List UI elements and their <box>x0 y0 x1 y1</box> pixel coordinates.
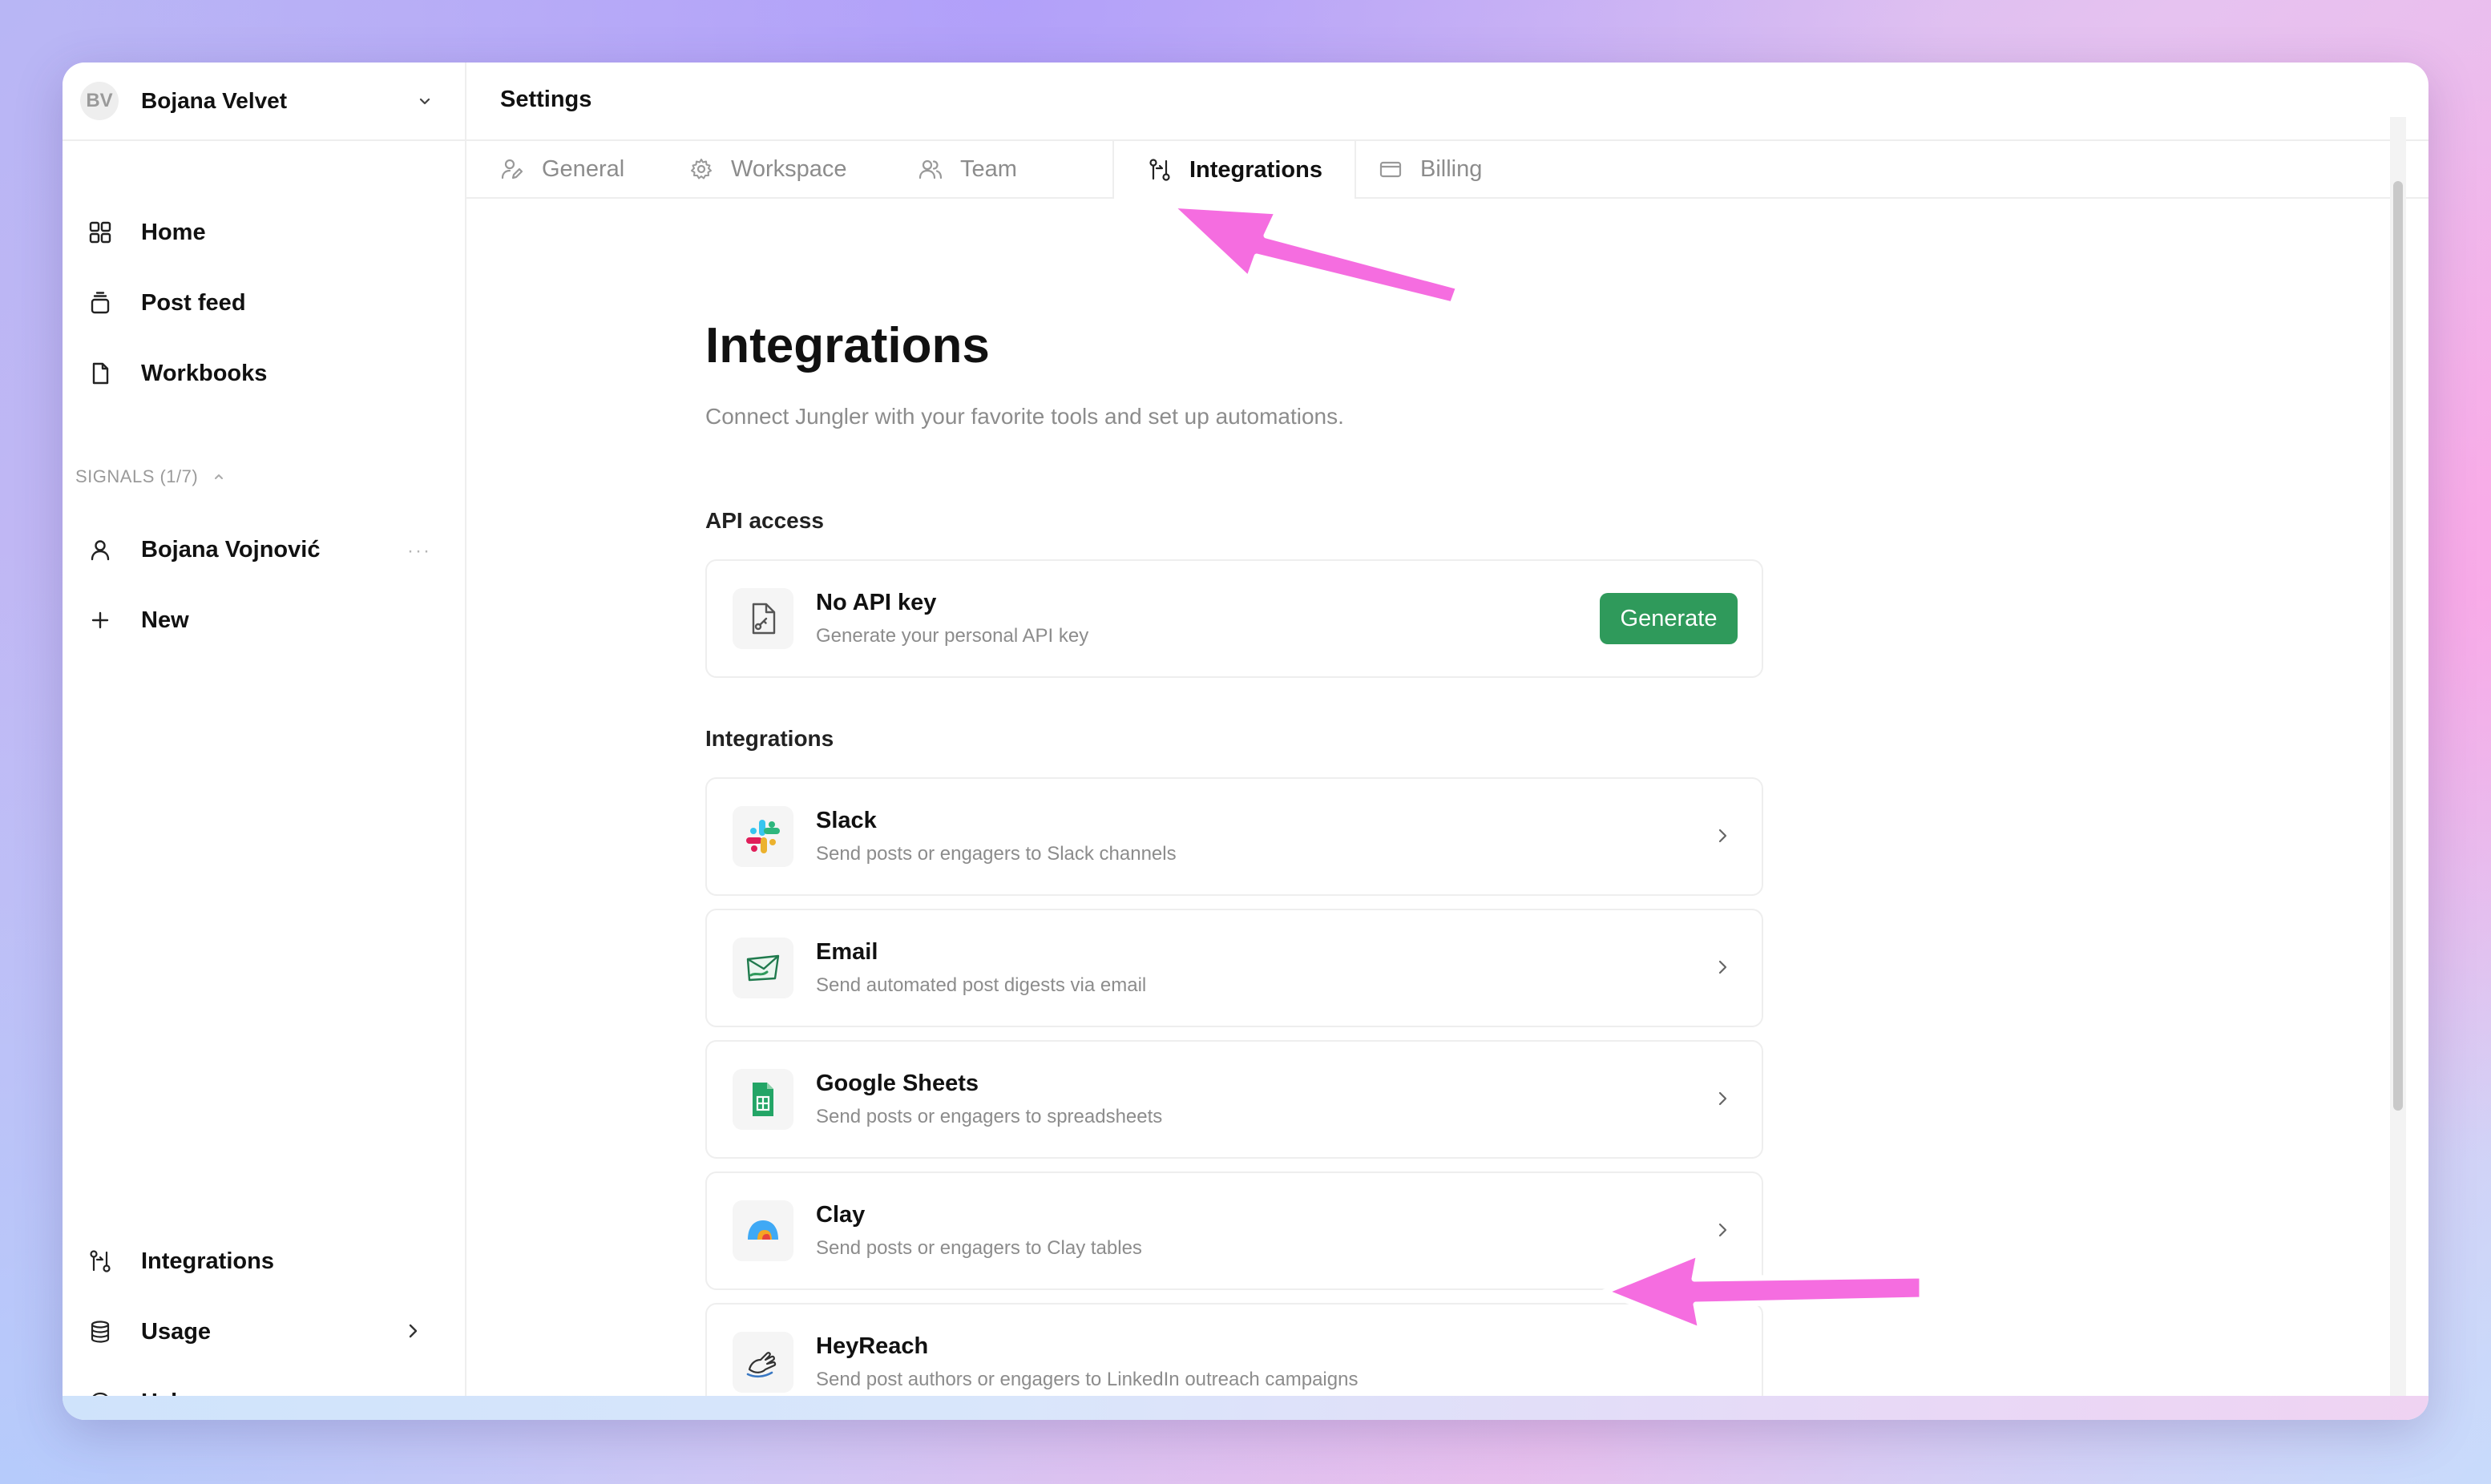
tab-general[interactable]: General <box>499 141 624 197</box>
chevron-right-icon <box>1718 960 1727 974</box>
api-key-icon <box>733 588 793 649</box>
sidebar-item-usage[interactable]: Usage <box>87 1308 463 1356</box>
scrollbar-thumb[interactable] <box>2393 181 2403 1111</box>
email-icon <box>733 938 793 998</box>
sidebar-item-signal[interactable]: Bojana Vojnović ··· <box>87 526 463 574</box>
plus-icon <box>87 607 114 634</box>
page-subtitle: Connect Jungler with your favorite tools… <box>705 404 1344 429</box>
tab-label: Workspace <box>731 155 847 182</box>
database-icon <box>87 1318 114 1345</box>
integration-card-google-sheets[interactable]: Google Sheets Send posts or engagers to … <box>705 1040 1763 1159</box>
google-sheets-icon <box>733 1069 793 1130</box>
page-title: Integrations <box>705 318 990 373</box>
file-icon <box>87 360 114 387</box>
integration-name: Slack <box>816 808 877 833</box>
sidebar-item-label: Post feed <box>141 289 246 316</box>
integration-description: Send automated post digests via email <box>816 974 1147 996</box>
sidebar-item-label: Usage <box>141 1318 212 1345</box>
sidebar-item-workbooks[interactable]: Workbooks <box>87 349 463 397</box>
sidebar-item-integrations[interactable]: Integrations <box>87 1237 463 1285</box>
avatar: BV <box>80 82 119 120</box>
clay-icon <box>733 1200 793 1261</box>
workspace-name: Bojana Velvet <box>141 88 288 113</box>
integration-card-slack[interactable]: Slack Send posts or engagers to Slack ch… <box>705 777 1763 896</box>
chevron-right-icon <box>409 1324 418 1338</box>
tab-label: Integrations <box>1189 156 1322 183</box>
sidebar-item-label: Home <box>141 219 206 245</box>
signals-section-toggle[interactable]: SIGNALS (1/7) <box>75 466 225 487</box>
integration-card-clay[interactable]: Clay Send posts or engagers to Clay tabl… <box>705 1171 1763 1290</box>
page-header-title: Settings <box>500 87 592 112</box>
sidebar-item-label: New <box>141 607 189 633</box>
tab-label: General <box>542 155 625 182</box>
integration-description: Send posts or engagers to Slack channels <box>816 843 1177 865</box>
generate-api-key-button[interactable]: Generate <box>1600 593 1738 644</box>
tab-team[interactable]: Team <box>917 141 1017 197</box>
tab-workspace[interactable]: Workspace <box>688 141 847 197</box>
top-bar: Settings <box>466 63 2428 141</box>
integration-description: Send posts or engagers to spreadsheets <box>816 1106 1163 1127</box>
chevron-down-icon <box>419 98 430 105</box>
grid-icon <box>87 219 114 246</box>
integrations-section-heading: Integrations <box>705 726 834 751</box>
integration-name: Clay <box>816 1202 866 1228</box>
heyreach-icon <box>733 1332 793 1393</box>
integrations-icon <box>1146 156 1173 183</box>
gear-icon <box>688 155 715 183</box>
app-window: BV Bojana Velvet Home Post feed Workbook… <box>63 63 2428 1420</box>
integration-name: HeyReach <box>816 1333 929 1359</box>
workspace-switcher[interactable]: BV Bojana Velvet <box>80 80 457 122</box>
sidebar-item-label: Workbooks <box>141 360 268 386</box>
chevron-right-icon <box>1718 1091 1727 1106</box>
api-key-title: No API key <box>816 590 937 615</box>
stack-icon <box>87 289 114 317</box>
slack-icon <box>733 806 793 867</box>
sidebar-item-label: Integrations <box>141 1248 274 1274</box>
signals-section-label: SIGNALS (1/7) <box>75 466 199 486</box>
chevron-right-icon <box>1718 829 1727 843</box>
user-icon <box>87 536 114 563</box>
api-key-card: No API key Generate your personal API ke… <box>705 559 1763 678</box>
sidebar-item-new[interactable]: New <box>87 596 463 644</box>
tab-billing[interactable]: Billing <box>1377 141 1482 197</box>
sidebar-item-post-feed[interactable]: Post feed <box>87 279 463 327</box>
integration-description: Send posts or engagers to Clay tables <box>816 1237 1142 1259</box>
more-options-icon[interactable]: ··· <box>407 540 431 563</box>
tab-label: Billing <box>1420 155 1483 182</box>
sidebar-divider <box>63 139 465 141</box>
integration-name: Email <box>816 939 878 965</box>
users-icon <box>917 155 944 183</box>
settings-tabs: General Workspace Team Integrations Bill… <box>466 141 2428 199</box>
main-scrollbar[interactable] <box>2390 117 2406 1412</box>
user-pen-icon <box>499 155 526 183</box>
tab-label: Team <box>960 155 1017 182</box>
credit-card-icon <box>1377 155 1404 183</box>
tab-integrations[interactable]: Integrations <box>1112 141 1356 199</box>
sidebar-item-label: Bojana Vojnović <box>141 536 321 563</box>
integrations-icon <box>87 1248 114 1275</box>
sidebar: BV Bojana Velvet Home Post feed Workbook… <box>63 63 466 1415</box>
integration-name: Google Sheets <box>816 1071 979 1096</box>
chevron-up-icon <box>215 474 224 479</box>
main-panel: Settings General Workspace Team Integrat… <box>466 63 2428 1420</box>
api-key-description: Generate your personal API key <box>816 625 1089 647</box>
window-bottom-edge <box>63 1396 2428 1420</box>
integration-card-email[interactable]: Email Send automated post digests via em… <box>705 909 1763 1027</box>
chevron-right-icon <box>1718 1223 1727 1237</box>
sidebar-item-home[interactable]: Home <box>87 208 463 256</box>
integration-description: Send post authors or engagers to LinkedI… <box>816 1369 1359 1390</box>
api-section-heading: API access <box>705 508 824 533</box>
